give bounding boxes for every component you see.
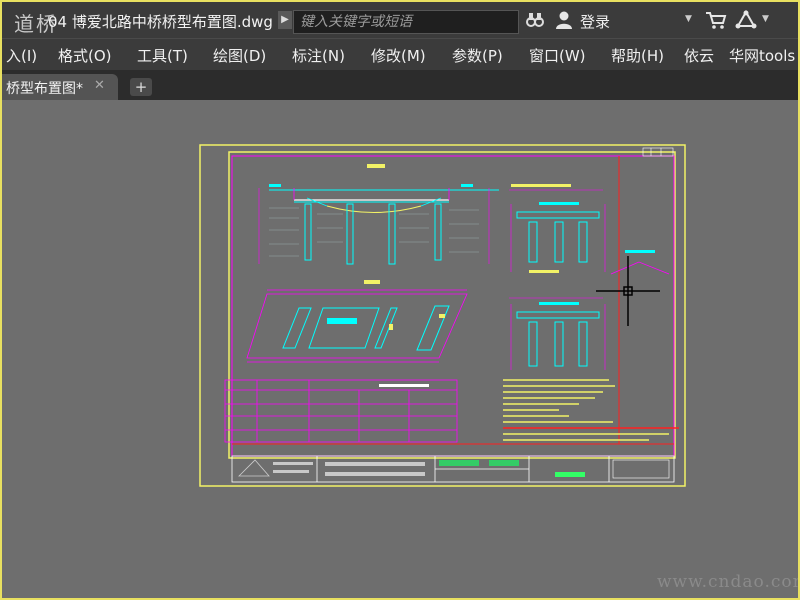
- network-dropdown-icon[interactable]: ▼: [762, 14, 769, 24]
- search-expand-button[interactable]: ▶: [278, 11, 292, 29]
- tab-label: 桥型布置图*: [6, 81, 83, 97]
- title-bar: 道桥 04 博爱北路中桥桥型布置图.dwg ▶ 登录 ▼ ▼: [2, 2, 798, 38]
- menu-yiyun[interactable]: 依云: [684, 45, 714, 66]
- search-input[interactable]: [298, 11, 514, 33]
- menu-bar: 入(I) 格式(O) 工具(T) 绘图(D) 标注(N) 修改(M) 参数(P)…: [2, 38, 798, 71]
- menu-tools[interactable]: 工具(T): [137, 45, 188, 66]
- close-icon[interactable]: ✕: [94, 78, 105, 93]
- drawing-canvas[interactable]: www.cndao.com: [2, 100, 798, 598]
- document-tab-bar: 桥型布置图* ✕ +: [2, 70, 798, 100]
- login-link[interactable]: 登录: [580, 11, 610, 32]
- new-tab-button[interactable]: +: [130, 78, 152, 96]
- menu-dimension[interactable]: 标注(N): [292, 45, 345, 66]
- search-box[interactable]: [293, 10, 519, 34]
- document-title: 04 博爱北路中桥桥型布置图.dwg: [48, 13, 273, 31]
- menu-help[interactable]: 帮助(H): [611, 45, 664, 66]
- menu-huawang-tools[interactable]: 华网tools: [729, 45, 795, 66]
- menu-insert[interactable]: 入(I): [6, 45, 37, 66]
- network-icon[interactable]: [735, 9, 757, 30]
- menu-format[interactable]: 格式(O): [58, 45, 112, 66]
- menu-draw[interactable]: 绘图(D): [213, 45, 266, 66]
- binoculars-icon[interactable]: [526, 10, 544, 30]
- menu-modify[interactable]: 修改(M): [371, 45, 426, 66]
- menu-parametric[interactable]: 参数(P): [452, 45, 503, 66]
- crosshair-cursor: [596, 256, 660, 326]
- menu-window[interactable]: 窗口(W): [529, 45, 586, 66]
- user-icon[interactable]: [555, 10, 573, 30]
- cart-icon[interactable]: [705, 10, 727, 30]
- tab-active-drawing[interactable]: 桥型布置图* ✕: [2, 74, 118, 100]
- app-window: 道桥 04 博爱北路中桥桥型布置图.dwg ▶ 登录 ▼ ▼ 入(I) 格式(O…: [0, 0, 800, 600]
- login-dropdown-icon[interactable]: ▼: [685, 14, 692, 24]
- site-watermark: www.cndao.com: [657, 572, 800, 592]
